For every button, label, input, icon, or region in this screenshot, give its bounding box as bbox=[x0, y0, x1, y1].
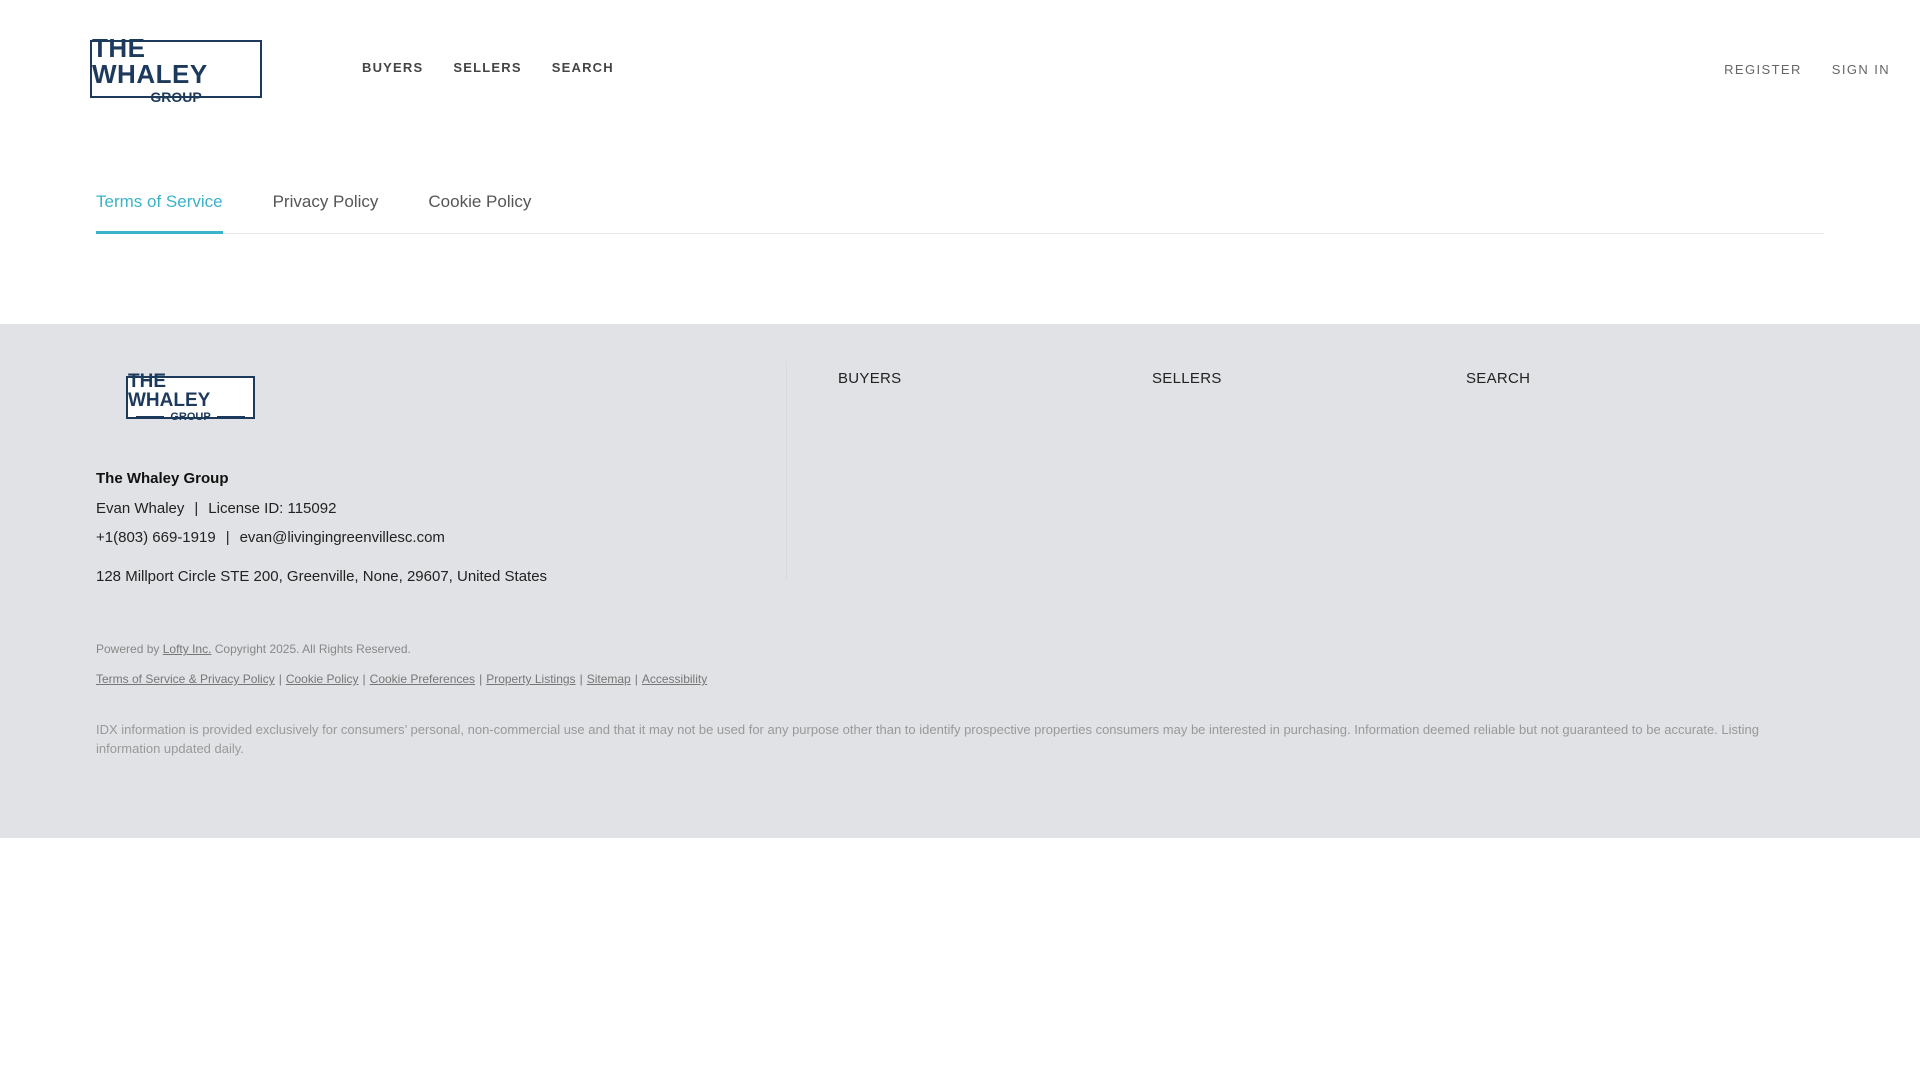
policy-tabs: Terms of Service Privacy Policy Cookie P… bbox=[96, 186, 1824, 234]
nav-buyers[interactable]: BUYERS bbox=[362, 60, 423, 75]
site-header: THE WHALEY GROUP BUYERS SELLERS SEARCH R… bbox=[0, 0, 1920, 140]
logo-text-sub: GROUP bbox=[150, 89, 202, 105]
separator: | bbox=[362, 672, 366, 686]
nav-sellers[interactable]: SELLERS bbox=[453, 60, 521, 75]
cookie-policy-link[interactable]: Cookie Policy bbox=[286, 672, 359, 686]
terms-privacy-link[interactable]: Terms of Service & Privacy Policy bbox=[96, 672, 275, 686]
footer-logo[interactable]: THE WHALEY GROUP bbox=[126, 372, 255, 423]
footer-logo-rule-left bbox=[136, 416, 165, 418]
contact-line: +1(803) 669-1919 | evan@livingingreenville… bbox=[96, 529, 776, 546]
separator: | bbox=[579, 672, 583, 686]
footer-logo-text-main: THE WHALEY bbox=[128, 371, 211, 411]
separator: | bbox=[634, 672, 638, 686]
office-address: 128 Millport Circle STE 200, Greenville,… bbox=[96, 568, 548, 585]
site-logo[interactable]: THE WHALEY GROUP bbox=[90, 35, 262, 105]
tab-privacy-policy[interactable]: Privacy Policy bbox=[273, 186, 379, 233]
separator: | bbox=[194, 500, 199, 517]
powered-prefix: Powered by bbox=[96, 642, 160, 656]
property-listings-link[interactable]: Property Listings bbox=[486, 672, 575, 686]
main-nav: BUYERS SELLERS SEARCH bbox=[362, 60, 614, 75]
logo-text-main: THE WHALEY bbox=[92, 33, 208, 89]
lofty-link[interactable]: Lofty Inc. bbox=[163, 642, 212, 656]
tab-terms-of-service[interactable]: Terms of Service bbox=[96, 186, 223, 234]
separator: | bbox=[479, 672, 483, 686]
accessibility-link[interactable]: Accessibility bbox=[642, 672, 707, 686]
footer-divider bbox=[786, 362, 787, 580]
logo-rule-left bbox=[102, 96, 143, 98]
idx-disclaimer: IDX information is provided exclusively … bbox=[96, 722, 1759, 756]
register-link[interactable]: REGISTER bbox=[1724, 62, 1802, 77]
footer-nav-sellers[interactable]: SELLERS bbox=[1152, 370, 1222, 387]
footer-logo-subtext: GROUP bbox=[136, 411, 245, 423]
sign-in-link[interactable]: SIGN IN bbox=[1832, 62, 1890, 77]
copyright-text: Copyright 2025. All Rights Reserved. bbox=[214, 642, 411, 656]
logo-subtext: GROUP bbox=[102, 89, 250, 105]
footer-logo-rule-right bbox=[216, 416, 245, 418]
logo-rule-right bbox=[209, 96, 250, 98]
sitemap-link[interactable]: Sitemap bbox=[587, 672, 631, 686]
license-id: License ID: 115092 bbox=[208, 500, 337, 517]
email-address[interactable]: evan@livingingreenvillesc.com bbox=[240, 529, 445, 546]
cookie-preferences-link[interactable]: Cookie Preferences bbox=[370, 672, 475, 686]
agent-license-line: Evan Whaley | License ID: 115092 bbox=[96, 500, 776, 517]
company-info: The Whaley Group Evan Whaley | License ID:… bbox=[96, 470, 776, 597]
separator: | bbox=[278, 672, 282, 686]
company-name: The Whaley Group bbox=[96, 470, 229, 487]
nav-search[interactable]: SEARCH bbox=[552, 60, 614, 75]
footer-nav-search[interactable]: SEARCH bbox=[1466, 370, 1530, 387]
footer-nav-buyers[interactable]: BUYERS bbox=[838, 370, 902, 387]
phone-number[interactable]: +1(803) 669-1919 bbox=[96, 529, 216, 546]
site-footer: THE WHALEY GROUP The Whaley Group Evan W… bbox=[0, 324, 1920, 838]
legal-links: Terms of Service & Privacy Policy | Cookie… bbox=[96, 672, 707, 686]
footer-logo-text-sub: GROUP bbox=[170, 411, 211, 423]
agent-name: Evan Whaley bbox=[96, 500, 185, 517]
powered-by: Powered by Lofty Inc. Copyright 2025. Al… bbox=[96, 642, 411, 656]
separator: | bbox=[225, 529, 230, 546]
tab-cookie-policy[interactable]: Cookie Policy bbox=[428, 186, 531, 233]
auth-nav: REGISTER SIGN IN bbox=[1724, 62, 1890, 77]
